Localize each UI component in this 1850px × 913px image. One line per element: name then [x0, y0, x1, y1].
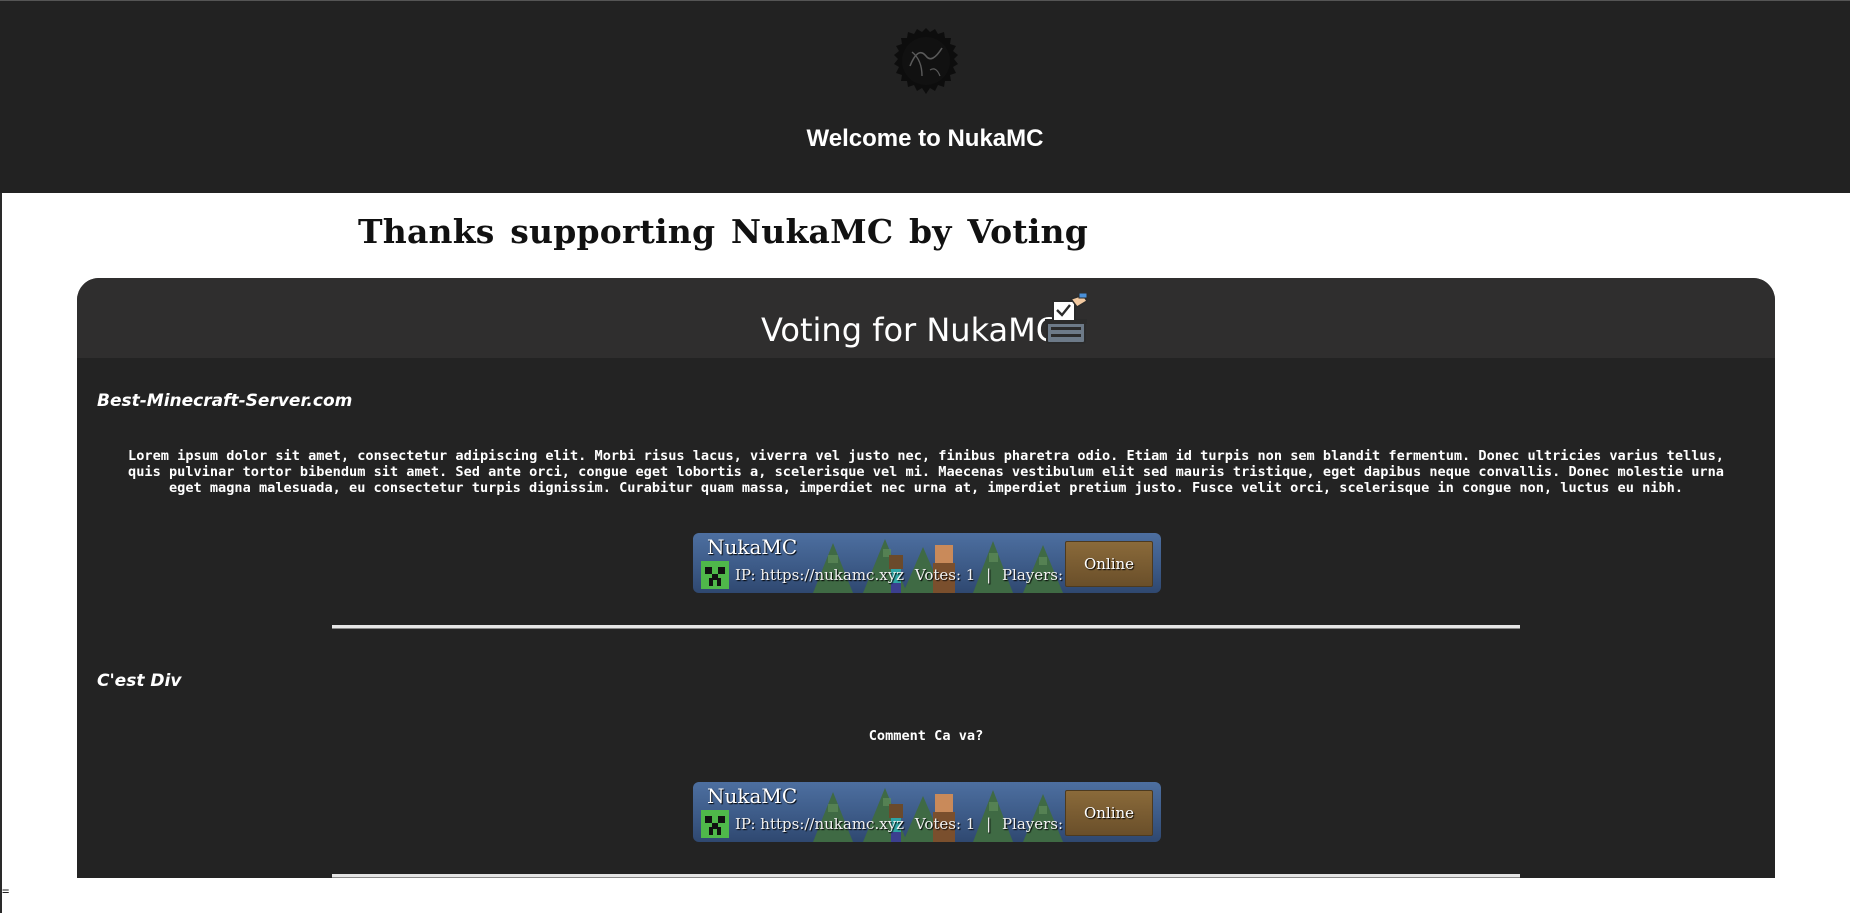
nuka-logo-icon: [894, 28, 958, 94]
vote-banner-link[interactable]: NukaMC IP: https://nukamc.xyz Votes: 1 |…: [693, 533, 1161, 593]
ballot-box-icon: [1045, 293, 1089, 344]
banner-status-sign: Online: [1065, 790, 1153, 836]
vote-banner-link[interactable]: NukaMC IP: https://nukamc.xyz Votes: 1 |…: [693, 782, 1161, 842]
banner-info: IP: https://nukamc.xyz Votes: 1 | Player…: [735, 566, 1098, 584]
welcome-heading: Welcome to NukaMC: [806, 125, 1044, 152]
vote-site-description: Comment Ca va?: [868, 728, 984, 744]
section-divider: [332, 625, 1520, 628]
banner-info: IP: https://nukamc.xyz Votes: 1 | Player…: [735, 815, 1098, 833]
banner-ip: IP: https://nukamc.xyz: [735, 815, 905, 833]
voting-panel-title: Voting for NukaMC: [761, 311, 1059, 349]
creeper-face-icon: [701, 810, 729, 838]
banner-server-name: NukaMC: [707, 784, 798, 808]
banner-votes: Votes: 1: [914, 815, 976, 833]
section-divider: [332, 874, 1520, 877]
banner-separator: |: [986, 566, 992, 584]
site-header: Welcome to NukaMC: [0, 0, 1850, 193]
vote-site-name: Best-Minecraft-Server.com: [97, 391, 353, 411]
creeper-face-icon: [701, 561, 729, 589]
banner-votes: Votes: 1: [914, 566, 976, 584]
banner-status-sign: Online: [1065, 541, 1153, 587]
voting-panel: Voting for NukaMC Best-Minecraft-Server.…: [77, 278, 1775, 878]
banner-ip: IP: https://nukamc.xyz: [735, 566, 905, 584]
vote-site-name: C'est Div: [97, 671, 182, 691]
vote-site-description: Lorem ipsum dolor sit amet, consectetur …: [128, 448, 1724, 496]
banner-server-name: NukaMC: [707, 535, 798, 559]
banner-separator: |: [986, 815, 992, 833]
thanks-heading: Thanks supporting NukaMC by Voting: [358, 212, 1088, 251]
stray-text: =: [2, 884, 10, 898]
voting-panel-header: Voting for NukaMC: [77, 278, 1775, 358]
